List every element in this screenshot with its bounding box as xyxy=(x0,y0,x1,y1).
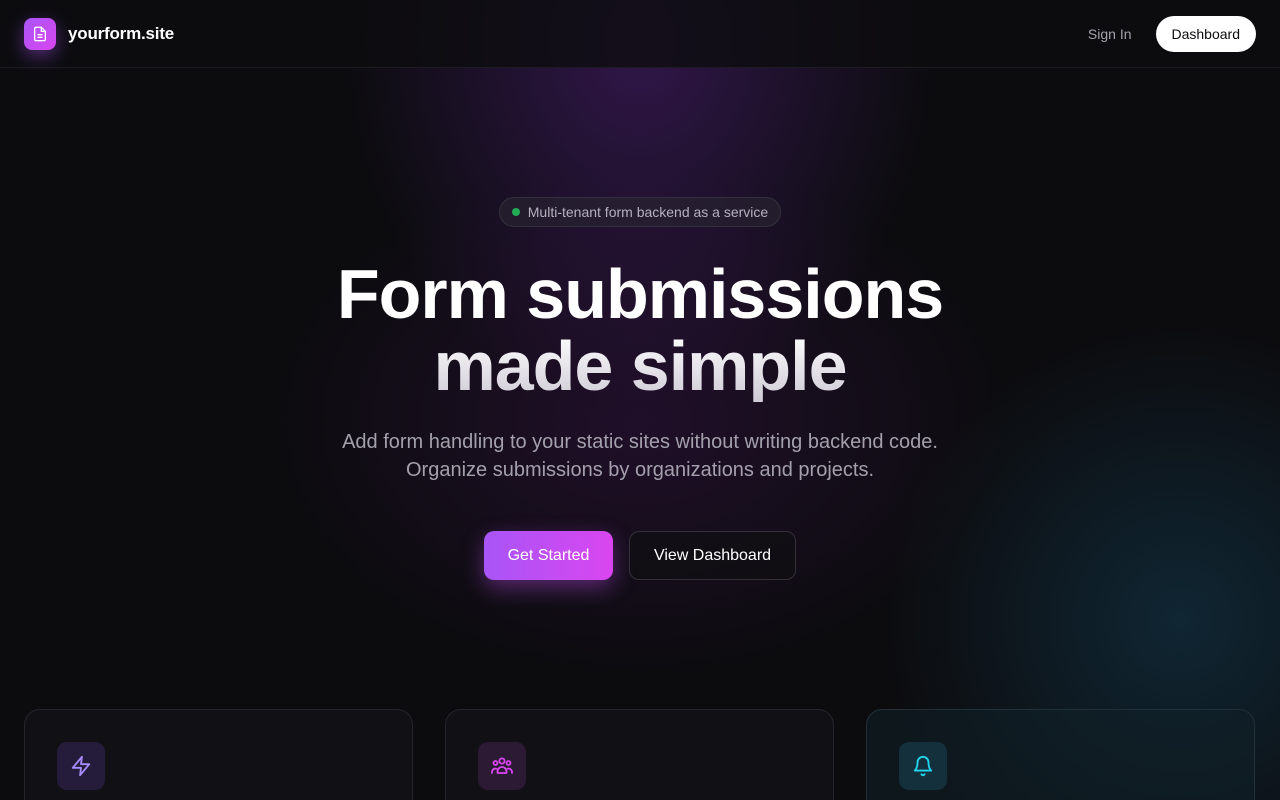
get-started-button[interactable]: Get Started xyxy=(484,531,613,580)
hero-subtitle-line2: Organize submissions by organizations an… xyxy=(405,459,875,481)
hero-title: Form submissions made simple xyxy=(0,258,1280,402)
status-dot-icon xyxy=(511,208,520,216)
top-navbar: yourform.site Sign In Dashboard xyxy=(0,0,1280,68)
dashboard-button[interactable]: Dashboard xyxy=(1155,15,1256,52)
feature-card-3 xyxy=(866,709,1255,800)
hero-subtitle-line1: Add form handling to your static sites w… xyxy=(342,431,938,453)
bell-icon xyxy=(899,742,947,790)
feature-card-2 xyxy=(445,709,834,800)
lightning-icon xyxy=(57,742,105,790)
feature-card-1 xyxy=(24,709,413,800)
brand-name: yourform.site xyxy=(68,23,175,43)
view-dashboard-button[interactable]: View Dashboard xyxy=(629,531,796,580)
users-icon xyxy=(478,742,526,790)
hero-badge-text: Multi-tenant form backend as a service xyxy=(527,204,769,220)
hero-title-line2: made simple xyxy=(0,330,1280,402)
cta-row: Get Started View Dashboard xyxy=(0,531,1280,580)
sign-in-link[interactable]: Sign In xyxy=(1088,26,1132,42)
header-nav: Sign In Dashboard xyxy=(1088,15,1256,52)
brand[interactable]: yourform.site xyxy=(24,17,175,50)
hero-subtitle: Add form handling to your static sites w… xyxy=(0,428,1280,484)
hero-title-line1: Form submissions xyxy=(336,255,944,333)
document-icon xyxy=(24,17,56,50)
hero-badge: Multi-tenant form backend as a service xyxy=(499,197,781,227)
